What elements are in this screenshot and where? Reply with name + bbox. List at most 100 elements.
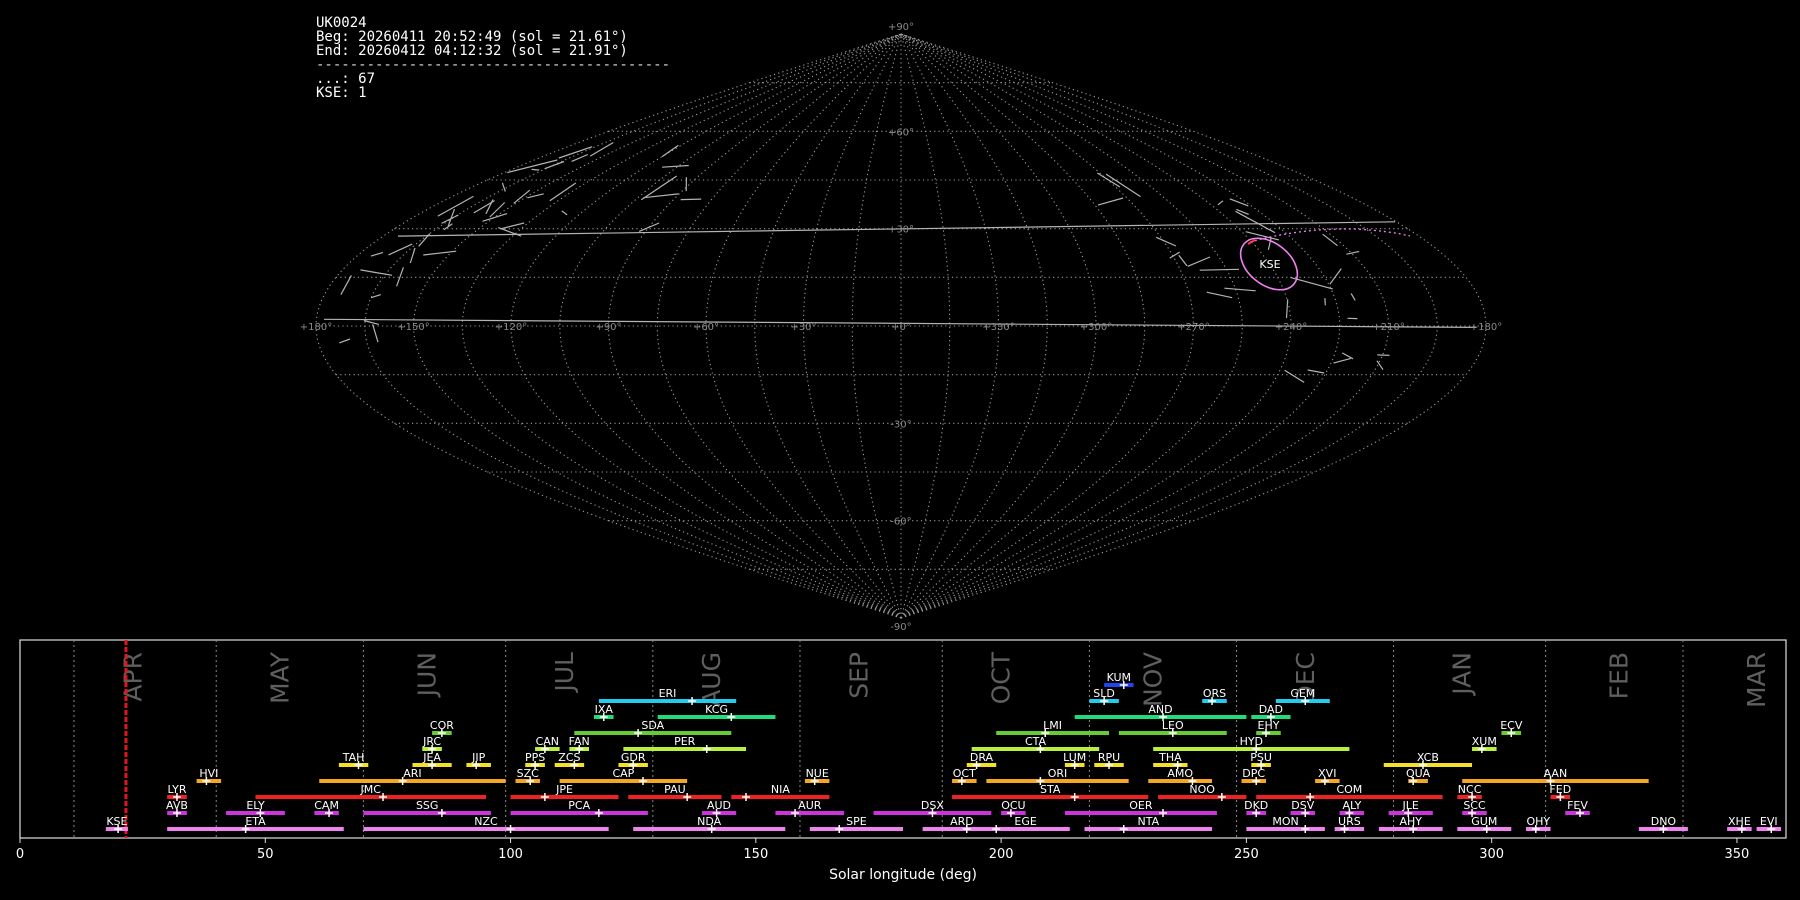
shower-code-label: MON xyxy=(1272,815,1298,828)
shower-code-label: ERI xyxy=(659,687,677,700)
longitude-label: +90° xyxy=(595,322,621,333)
shower-ahy: AHY xyxy=(1378,815,1443,833)
meteor-track xyxy=(513,189,531,204)
shower-zcs: ZCS xyxy=(554,751,585,769)
shower-code-label: JIP xyxy=(471,751,485,764)
month-label: FEB xyxy=(1605,652,1634,699)
shower-mon: MON xyxy=(1246,815,1325,833)
x-tick-label: 0 xyxy=(16,847,24,862)
shower-per: PER xyxy=(623,735,747,753)
shower-code-label: OER xyxy=(1129,799,1153,812)
shower-jmc: JMC xyxy=(255,783,487,801)
x-axis-label: Solar longitude (deg) xyxy=(829,867,977,883)
meteor-track xyxy=(1346,250,1360,255)
meteor-track xyxy=(558,146,593,159)
meteor-track xyxy=(1350,293,1356,301)
shower-ssg: SSG xyxy=(363,799,491,817)
shower-code-label: LEO xyxy=(1162,719,1184,732)
shower-code-label: LYR xyxy=(167,783,186,796)
meteor-track xyxy=(501,182,506,192)
longitude-label: +270° xyxy=(1177,322,1209,333)
longitude-label: +0° xyxy=(891,322,911,333)
shower-code-label: GUM xyxy=(1471,815,1497,828)
shower-sda: SDA xyxy=(574,719,732,737)
shower-code-label: JPE xyxy=(555,783,573,796)
meteor-track xyxy=(409,247,416,264)
shower-code-label: RPU xyxy=(1098,751,1120,764)
shower-nda: NDA xyxy=(633,815,786,833)
shower-code-label: ARI xyxy=(403,767,421,780)
longitude-label: +120° xyxy=(495,322,527,333)
meteor-track xyxy=(1206,291,1233,299)
shower-psu: PSU xyxy=(1250,751,1272,769)
shower-szc: SZC xyxy=(515,767,540,785)
x-tick-label: 350 xyxy=(1725,847,1750,862)
shower-code-label: ORS xyxy=(1203,687,1226,700)
shower-code-label: DSX xyxy=(921,799,944,812)
latitude-label: +60° xyxy=(888,127,914,138)
shower-code-label: CAN xyxy=(536,735,559,748)
longitude-label: +300° xyxy=(1080,322,1112,333)
shower-code-label: CAP xyxy=(612,767,634,780)
kse-label: KSE xyxy=(1259,258,1280,271)
shower-code-label: SDA xyxy=(641,719,664,732)
shower-timeline-chart: APR MAY JUN JUL AUG SEP OCT NOV DEC JAN FEB MARKSE E… xyxy=(16,639,1787,883)
meteor-track xyxy=(638,222,660,232)
shower-ors: ORS xyxy=(1202,687,1227,705)
meteor-track xyxy=(1105,173,1141,198)
shower-code-label: OCT xyxy=(953,767,976,780)
meteor-track xyxy=(1285,299,1289,319)
meteor-track xyxy=(1224,287,1256,292)
shower-code-label: FAN xyxy=(569,735,590,748)
shower-code-label: AND xyxy=(1148,703,1172,716)
shower-lum: LUM xyxy=(1063,751,1086,769)
shower-code-label: NZC xyxy=(474,815,498,828)
shower-noo: NOO xyxy=(1158,783,1247,801)
shower-code-label: JMC xyxy=(359,783,381,796)
shower-code-label: DSV xyxy=(1291,799,1314,812)
meteor-track xyxy=(500,222,525,230)
meteor-track xyxy=(1097,197,1124,206)
longitude-label: +30° xyxy=(790,322,816,333)
meteor-track xyxy=(1187,256,1211,267)
shower-code-label: CTA xyxy=(1025,735,1047,748)
shower-spe: SPE xyxy=(809,815,903,833)
shower-xum: XUM xyxy=(1472,735,1497,753)
meteor-track xyxy=(1284,369,1305,383)
shower-aud: AUD xyxy=(701,799,737,817)
shower-sld: SLD xyxy=(1089,687,1119,705)
shower-code-label: PER xyxy=(674,735,696,748)
shower-code-label: DNO xyxy=(1651,815,1677,828)
shower-code-label: FEV xyxy=(1567,799,1588,812)
shower-xcb: XCB xyxy=(1383,751,1473,769)
shower-code-label: EHY xyxy=(1258,719,1280,732)
month-label: JUL xyxy=(550,652,579,694)
shower-code-label: NUE xyxy=(806,767,829,780)
shower-code-label: FED xyxy=(1549,783,1571,796)
shower-jip: JIP xyxy=(466,751,491,769)
meteor-track xyxy=(339,338,351,344)
shower-code-label: SCC xyxy=(1463,799,1486,812)
meteor-track xyxy=(680,198,702,201)
latitude-label: -60° xyxy=(890,517,911,528)
shower-kum: KUM xyxy=(1104,671,1134,689)
longitude-label: +150° xyxy=(397,322,429,333)
shower-code-label: SSG xyxy=(416,799,439,812)
shower-ely: ELY xyxy=(226,799,285,817)
meteor-track xyxy=(549,182,577,202)
shower-hvi: HVI xyxy=(196,767,222,785)
shower-code-label: KCG xyxy=(705,703,728,716)
longitude-label: +180° xyxy=(1470,322,1502,333)
month-label: NOV xyxy=(1139,652,1168,707)
shower-leo: LEO xyxy=(1118,719,1227,737)
meteor-track xyxy=(662,164,689,168)
meteor-track xyxy=(372,324,379,343)
shower-kse: KSE xyxy=(105,815,128,833)
month-label: MAR xyxy=(1742,652,1771,708)
meteor-track xyxy=(360,269,393,276)
shower-ixa: IXA xyxy=(593,703,614,721)
shower-code-label: XVI xyxy=(1318,767,1336,780)
shower-code-label: XHE xyxy=(1728,815,1751,828)
shower-code-label: QUA xyxy=(1406,767,1431,780)
shower-oct: OCT xyxy=(952,767,977,785)
